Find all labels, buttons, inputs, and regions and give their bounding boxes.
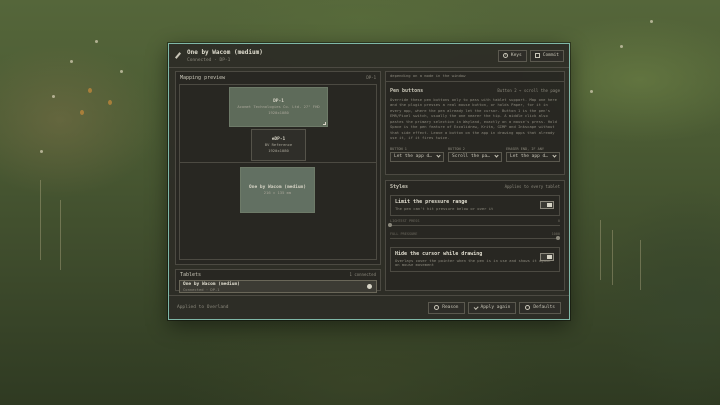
pen-buttons-panel: depending on a mode in the window Pen bu… <box>385 71 565 175</box>
check-icon <box>473 304 478 310</box>
styles-note: Applies to every tablet <box>504 184 560 189</box>
chevron-down-icon <box>436 153 441 158</box>
button-1-select[interactable]: Let the app d… <box>390 151 444 162</box>
chevron-down-icon <box>552 153 557 158</box>
defaults-button[interactable]: Defaults <box>519 301 561 314</box>
screen-dp-1[interactable]: DP-1 Acomet Technologies Co. Ltd. 27" FH… <box>229 87 328 127</box>
commit-button[interactable]: Commit <box>529 49 564 62</box>
selected-dot-icon <box>367 284 372 289</box>
status-text: Applied to Overland <box>177 305 229 310</box>
tablets-title: Tablets <box>180 272 202 278</box>
mapping-preview-title: Mapping preview <box>180 75 226 81</box>
tablet-settings-window: One by Wacom (medium) Connected · DP-1 ?… <box>168 43 570 320</box>
mapping-output-label: DP-1 <box>366 75 376 80</box>
reset-icon <box>525 305 531 310</box>
clipped-previous-text: depending on a mode in the window <box>386 73 564 82</box>
question-icon: ? <box>502 53 508 58</box>
mapping-canvas: DP-1 Acomet Technologies Co. Ltd. 27" FH… <box>179 84 377 260</box>
eraser-select[interactable]: Let the app d… <box>506 151 560 162</box>
pen-buttons-note: Button 2 → scroll the page <box>497 87 560 93</box>
tablet-area-preview[interactable]: One by Wacom (medium) 216 × 135 mm <box>240 167 315 213</box>
window-title: One by Wacom (medium) <box>187 48 263 56</box>
button-2-label: BUTTON 2 <box>448 146 465 151</box>
tablets-count: 1 connected <box>349 272 377 277</box>
slider-knob[interactable] <box>556 235 560 240</box>
chevron-down-icon <box>494 153 499 158</box>
pressure-title: Limit the pressure range <box>395 199 468 205</box>
screen-edp-1[interactable]: eDP-1 BV Reference 1920x1080 <box>251 129 306 161</box>
styles-panel: Styles Applies to every tablet Limit the… <box>385 180 565 291</box>
resize-handle-icon[interactable] <box>323 122 326 125</box>
hide-cursor-toggle[interactable] <box>540 252 554 261</box>
preview-divider <box>180 162 376 163</box>
square-icon <box>534 53 540 58</box>
pressure-option: Limit the pressure range The pen can't h… <box>390 195 560 216</box>
eraser-label: ERASER END, IF ANY <box>506 146 544 151</box>
pen-icon <box>174 52 182 60</box>
keys-button[interactable]: ? Keys <box>497 49 527 62</box>
button-2-select[interactable]: Scroll the pa… <box>448 151 502 162</box>
tablet-list-item[interactable]: One by Wacom (medium) Connected · DP-1 <box>179 280 377 293</box>
hide-cursor-option: Hide the cursor while drawing Overlays c… <box>390 246 560 272</box>
hide-cursor-desc: Overlays cover the pointer when the pen … <box>395 257 551 267</box>
window-subtitle: Connected · DP-1 <box>187 57 231 63</box>
window-footer: Applied to Overland Reason Apply again D… <box>169 295 569 319</box>
lightest-press-slider[interactable] <box>388 222 560 227</box>
hide-cursor-title: Hide the cursor while drawing <box>395 250 483 257</box>
window-titlebar: One by Wacom (medium) Connected · DP-1 ?… <box>169 44 569 68</box>
pressure-toggle[interactable] <box>540 201 554 209</box>
mapping-preview-panel: Mapping preview DP-1 DP-1 Acomet Technol… <box>175 71 381 265</box>
pen-buttons-description: Override these pen buttons only to pass … <box>390 96 557 141</box>
reason-button[interactable]: Reason <box>428 301 465 314</box>
button-1-label: BUTTON 1 <box>390 146 407 151</box>
full-pressure-slider[interactable] <box>390 235 560 240</box>
slider-knob[interactable] <box>388 222 392 227</box>
apply-again-button[interactable]: Apply again <box>467 301 517 314</box>
pen-buttons-title: Pen buttons <box>390 87 424 94</box>
styles-title: Styles <box>390 184 409 190</box>
refresh-icon <box>434 305 440 310</box>
pressure-desc: The pen can't hit pressure below or over… <box>395 206 494 211</box>
